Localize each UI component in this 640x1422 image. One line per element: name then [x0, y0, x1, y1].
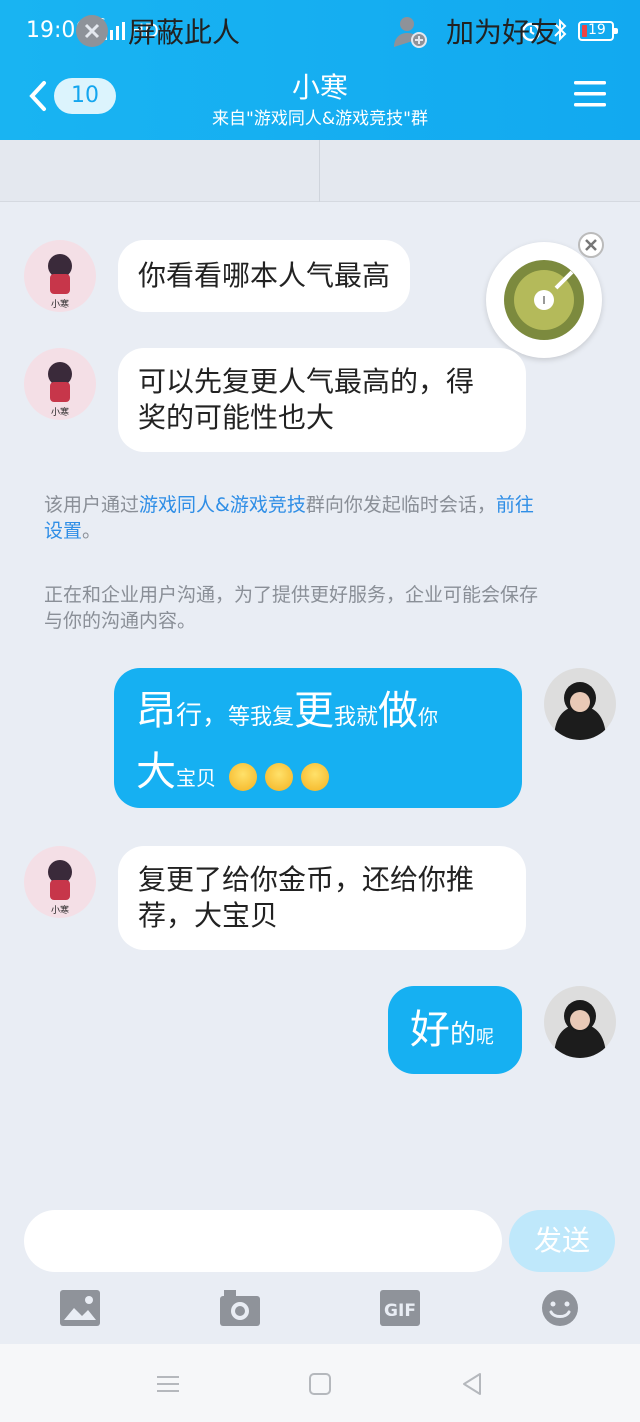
close-widget-button[interactable] [578, 232, 604, 258]
message-text-line: 荐，大宝贝 [138, 899, 279, 932]
message-fragment: 行， [176, 701, 229, 731]
blush-emoji-icon [300, 763, 329, 791]
message-input[interactable] [24, 1210, 502, 1272]
avatar-image [544, 986, 616, 1058]
message-bubble-incoming[interactable]: 复更了给你金币，还给你推 荐，大宝贝 [118, 846, 526, 950]
message-fragment: 更 [294, 688, 335, 734]
message-fragment: 你 [418, 705, 439, 729]
message-text-line: 大宝贝 [136, 745, 500, 805]
add-friend-button[interactable]: 加为好友 [392, 0, 558, 62]
notice-line: 与你的沟通内容。 [44, 610, 197, 632]
notice-text: 群向你发起临时会话， [305, 494, 496, 516]
avatar-image: 小寒 [24, 240, 96, 312]
enterprise-notice: 正在和企业用户沟通，为了提供更好服务，企业可能会保存 与你的沟通内容。 [44, 582, 604, 634]
message-text-line: 奖的可能性也大 [138, 401, 335, 434]
notice-text: 。 [82, 520, 102, 542]
message-fragment: 大 [136, 749, 176, 795]
svg-text:小寒: 小寒 [51, 406, 69, 418]
gif-icon[interactable]: GIF [378, 1288, 422, 1328]
avatar-image [544, 668, 616, 740]
temp-session-notice: 该用户通过游戏同人&游戏竞技群向你发起临时会话，前往 设置。 [44, 492, 604, 544]
message-fragment: 我就 [334, 705, 379, 730]
close-icon [585, 239, 597, 251]
message-bubble-outgoing[interactable]: 好的呢 [388, 986, 522, 1074]
goto-settings-link[interactable]: 前往 [496, 494, 534, 516]
music-disc-icon [504, 260, 584, 340]
message-fragment: 昂 [136, 688, 176, 734]
camera-icon[interactable] [218, 1288, 262, 1328]
emoji-icon[interactable] [538, 1288, 582, 1328]
message-bubble-outgoing[interactable]: 昂行，等我复更我就做你 大宝贝 [114, 668, 522, 808]
message-fragment: 的 [450, 1020, 477, 1050]
block-icon [76, 15, 108, 47]
action-divider [319, 140, 320, 202]
message-text-line: 复更了给你金币，还给你推 [138, 863, 475, 896]
svg-text:小寒: 小寒 [51, 298, 69, 310]
battery-level: 19 [588, 22, 606, 38]
home-icon[interactable] [306, 1370, 334, 1398]
back-nav-icon[interactable] [458, 1370, 486, 1398]
image-icon[interactable] [58, 1288, 102, 1328]
avatar-image: 小寒 [24, 348, 96, 420]
action-bar [0, 140, 640, 202]
blush-emoji-icon [264, 763, 293, 791]
message-fragment: 呢 [476, 1027, 495, 1048]
message-fragment: 宝贝 [176, 766, 216, 790]
message-text-line: 可以先复更人气最高的，得 [138, 365, 475, 398]
message-fragment: 好 [410, 1007, 450, 1053]
avatar-image: 小寒 [24, 846, 96, 918]
message-bubble-incoming[interactable]: 可以先复更人气最高的，得 奖的可能性也大 [118, 348, 526, 452]
group-link[interactable]: 游戏同人&游戏竞技 [139, 494, 306, 516]
svg-text:GIF: GIF [384, 1301, 416, 1321]
chat-subtitle: 来自"游戏同人&游戏竞技"群 [212, 109, 428, 129]
message-text-line: 昂行，等我复更我就做你 [136, 684, 500, 745]
battery-indicator: 19 [578, 21, 618, 41]
avatar-other[interactable]: 小寒 [24, 240, 96, 312]
chat-title: 小寒 [291, 71, 348, 104]
settings-link[interactable]: 设置 [44, 520, 82, 542]
music-player-widget[interactable] [486, 242, 602, 358]
avatar-self[interactable] [544, 986, 616, 1058]
message-bubble-incoming[interactable]: 你看看哪本人气最高 [118, 240, 411, 312]
message-fragment: 等我复 [228, 705, 295, 730]
message-fragment: 做 [378, 688, 419, 734]
message-text: 你看看哪本人气最高 [138, 259, 391, 292]
block-user-label: 屏蔽此人 [128, 16, 241, 49]
send-button[interactable]: 发送 [509, 1210, 615, 1272]
menu-icon[interactable] [572, 78, 608, 110]
add-user-icon [394, 17, 427, 48]
notice-text: 该用户通过 [44, 494, 140, 516]
add-friend-label: 加为好友 [446, 16, 559, 49]
avatar-self[interactable] [544, 668, 616, 740]
blush-emoji-icon [228, 763, 257, 791]
avatar-other[interactable]: 小寒 [24, 348, 96, 420]
recents-icon[interactable] [154, 1370, 182, 1398]
block-user-button[interactable]: 屏蔽此人 [74, 0, 240, 62]
avatar-other[interactable]: 小寒 [24, 846, 96, 918]
svg-text:小寒: 小寒 [51, 904, 69, 916]
notice-line: 正在和企业用户沟通，为了提供更好服务，企业可能会保存 [44, 584, 539, 606]
